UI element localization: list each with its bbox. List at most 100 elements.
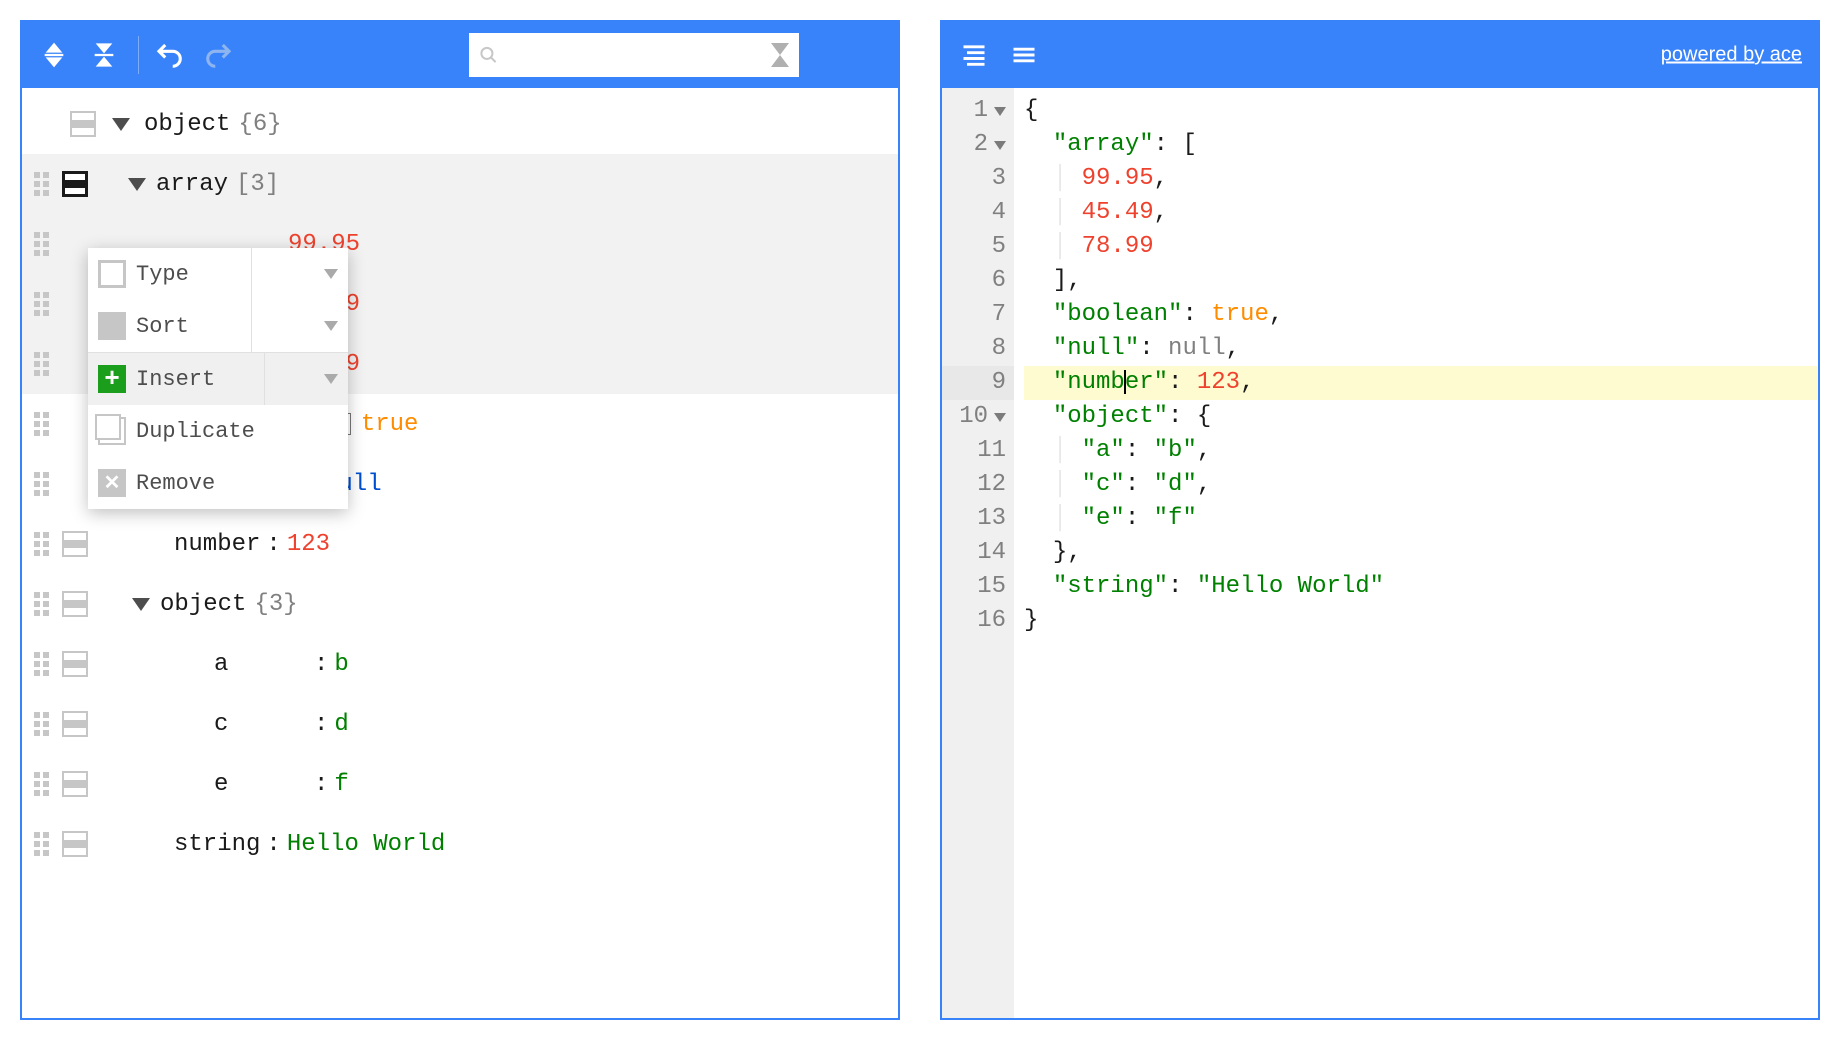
node-value[interactable]: d <box>334 711 348 738</box>
code-line: │ "c": "d", <box>1024 468 1818 502</box>
drag-handle-icon[interactable] <box>30 828 56 860</box>
chevron-down-icon <box>324 321 338 331</box>
compact-button[interactable] <box>1004 35 1044 75</box>
colon: : <box>266 531 280 558</box>
undo-button[interactable] <box>149 35 189 75</box>
toolbar-separator <box>138 36 139 74</box>
menu-duplicate[interactable]: Duplicate <box>88 405 348 457</box>
menu-sort[interactable]: Sort <box>88 300 348 352</box>
search-box[interactable] <box>469 33 799 77</box>
line-number: 4 <box>992 196 1006 230</box>
tree-row-array[interactable]: array [3] <box>22 154 898 214</box>
line-number: 2 <box>974 128 988 162</box>
line-number: 10 <box>959 400 988 434</box>
node-value[interactable]: 123 <box>287 531 330 558</box>
caret-down-icon[interactable] <box>128 178 146 191</box>
code-line: │ "e": "f" <box>1024 502 1818 536</box>
code-line: { <box>1024 94 1818 128</box>
search-icon <box>479 44 498 66</box>
node-key[interactable]: e <box>214 771 308 798</box>
menu-insert[interactable]: + Insert <box>88 353 348 405</box>
line-number: 12 <box>977 468 1006 502</box>
code-line: "boolean": true, <box>1024 298 1818 332</box>
node-icon[interactable] <box>62 771 88 797</box>
node-key: object <box>144 111 230 138</box>
drag-handle-icon[interactable] <box>30 168 56 200</box>
menu-label: Remove <box>136 471 215 496</box>
gutter: 1 2 3 4 5 6 7 8 9 10 11 12 13 14 15 16 <box>942 88 1014 1018</box>
code-toolbar: powered by ace <box>942 22 1818 88</box>
duplicate-icon <box>98 417 126 445</box>
tree-row-pair[interactable]: c : d <box>22 694 898 754</box>
node-icon[interactable] <box>70 111 96 137</box>
drag-handle-icon[interactable] <box>30 348 56 380</box>
code-line: } <box>1024 604 1818 638</box>
node-icon[interactable] <box>62 831 88 857</box>
drag-handle-icon[interactable] <box>30 228 56 260</box>
tree-row-number[interactable]: number : 123 <box>22 514 898 574</box>
caret-down-icon[interactable] <box>112 118 130 131</box>
node-value[interactable]: b <box>334 651 348 678</box>
code-body[interactable]: 1 2 3 4 5 6 7 8 9 10 11 12 13 14 15 16 {… <box>942 88 1818 1018</box>
node-value[interactable]: true <box>361 411 419 438</box>
code-line: "null": null, <box>1024 332 1818 366</box>
drag-handle-icon[interactable] <box>30 468 56 500</box>
node-icon[interactable] <box>62 711 88 737</box>
menu-type[interactable]: Type <box>88 248 348 300</box>
tree-row-pair[interactable]: a : b <box>22 634 898 694</box>
tree-editor-panel: object {6} array [3] 99.95 45.49 78.99 <box>20 20 900 1020</box>
drag-handle-icon[interactable] <box>30 288 56 320</box>
line-number: 9 <box>992 366 1006 400</box>
node-icon[interactable] <box>62 591 88 617</box>
node-count: {3} <box>254 591 297 618</box>
colon: : <box>314 771 328 798</box>
drag-handle-icon[interactable] <box>30 528 56 560</box>
node-key[interactable]: a <box>214 651 308 678</box>
drag-handle-icon[interactable] <box>30 408 56 440</box>
drag-handle-icon[interactable] <box>30 768 56 800</box>
line-number: 6 <box>992 264 1006 298</box>
line-number: 15 <box>977 570 1006 604</box>
expand-all-button[interactable] <box>34 35 74 75</box>
caret-down-icon[interactable] <box>132 598 150 611</box>
code-line: ], <box>1024 264 1818 298</box>
tree-row-pair[interactable]: e : f <box>22 754 898 814</box>
node-count: [3] <box>236 171 279 198</box>
node-key[interactable]: object <box>160 591 246 618</box>
node-icon[interactable] <box>62 651 88 677</box>
tree-row-root[interactable]: object {6} <box>22 94 898 154</box>
code-line: │ 99.95, <box>1024 162 1818 196</box>
node-icon[interactable] <box>62 171 88 197</box>
search-input[interactable] <box>506 44 771 67</box>
drag-handle-icon[interactable] <box>30 588 56 620</box>
redo-button[interactable] <box>199 35 239 75</box>
drag-handle-icon[interactable] <box>30 708 56 740</box>
node-key[interactable]: c <box>214 711 308 738</box>
code-lines[interactable]: { "array": [ │ 99.95, │ 45.49, │ 78.99 ]… <box>1014 88 1818 1018</box>
node-value[interactable]: f <box>334 771 348 798</box>
node-count: {6} <box>238 111 281 138</box>
code-line: │ 78.99 <box>1024 230 1818 264</box>
fold-icon[interactable] <box>994 141 1006 150</box>
collapse-all-button[interactable] <box>84 35 124 75</box>
search-nav[interactable] <box>771 43 789 67</box>
fold-icon[interactable] <box>994 107 1006 116</box>
drag-handle-icon[interactable] <box>30 648 56 680</box>
code-line: "array": [ <box>1024 128 1818 162</box>
colon: : <box>314 711 328 738</box>
node-key[interactable]: string <box>174 831 260 858</box>
code-line: "string": "Hello World" <box>1024 570 1818 604</box>
code-editor-panel: powered by ace 1 2 3 4 5 6 7 8 9 10 11 1… <box>940 20 1820 1020</box>
node-key[interactable]: number <box>174 531 260 558</box>
chevron-down-icon <box>324 374 338 384</box>
sort-icon <box>98 312 126 340</box>
code-line: │ 45.49, <box>1024 196 1818 230</box>
tree-row-object[interactable]: object {3} <box>22 574 898 634</box>
menu-remove[interactable]: ✕ Remove <box>88 457 348 509</box>
node-value[interactable]: Hello World <box>287 831 445 858</box>
fold-icon[interactable] <box>994 413 1006 422</box>
node-icon[interactable] <box>62 531 88 557</box>
format-button[interactable] <box>954 35 994 75</box>
powered-by-link[interactable]: powered by ace <box>1661 44 1802 67</box>
tree-row-string[interactable]: string : Hello World <box>22 814 898 874</box>
